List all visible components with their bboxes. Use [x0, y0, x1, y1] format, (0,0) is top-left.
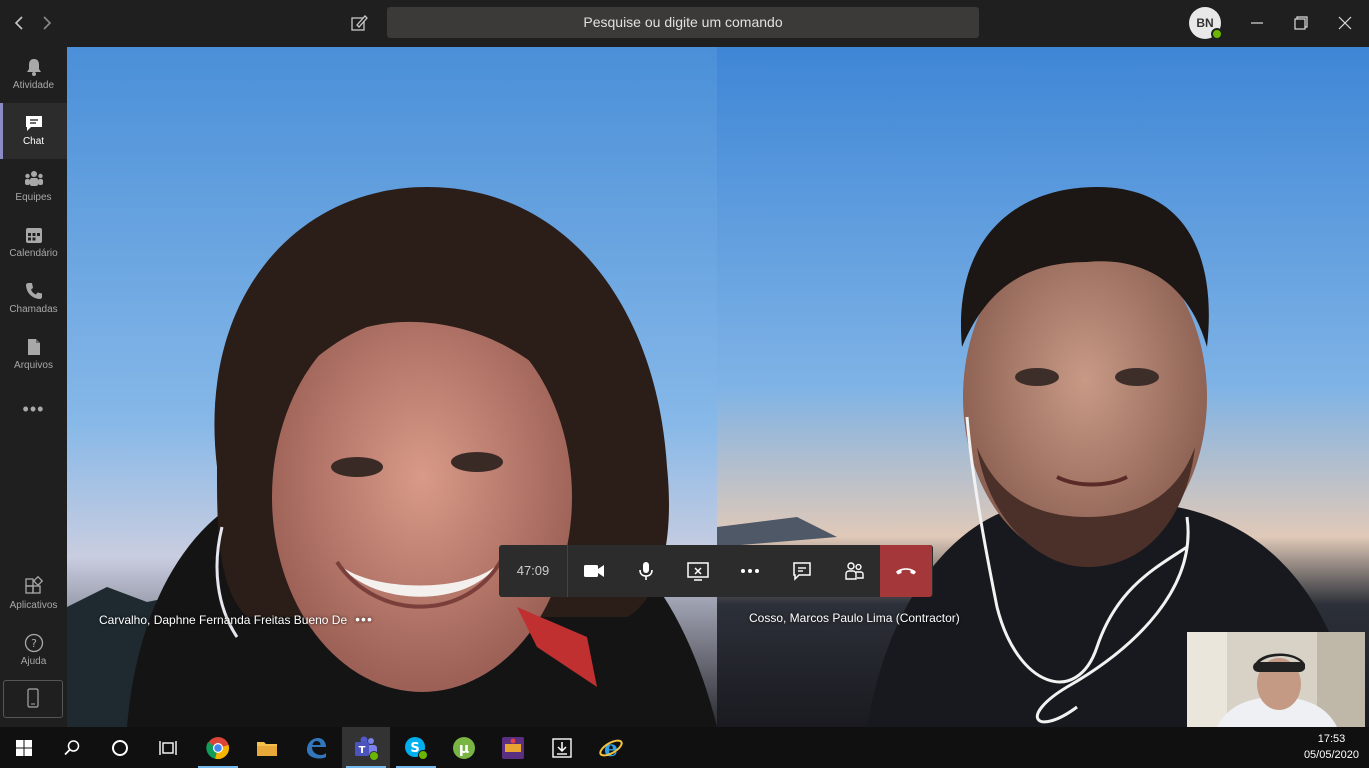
chat-icon — [25, 116, 42, 131]
taskbar-skype[interactable]: S — [392, 727, 440, 768]
minimize-icon[interactable] — [1244, 10, 1270, 36]
taskbar-game[interactable] — [489, 727, 537, 768]
teams-icon — [24, 171, 43, 186]
apps-icon — [24, 576, 43, 594]
rail-item-label: Calendário — [9, 248, 58, 259]
call-timer: 47:09 — [499, 545, 568, 597]
chat-icon — [793, 562, 811, 581]
windows-taskbar: T S µ e 17:53 05/05/2020 — [0, 727, 1369, 768]
camera-icon — [584, 565, 604, 577]
camera-button[interactable] — [568, 545, 620, 597]
skype-icon: S — [405, 736, 428, 760]
self-preview[interactable] — [1187, 632, 1365, 727]
participant-name: Carvalho, Daphne Fernanda Freitas Bueno … — [99, 611, 373, 627]
share-screen-button[interactable] — [672, 545, 724, 597]
participants-icon — [845, 562, 864, 580]
app-rail: Atividade Chat Equipes Calendário Chamad… — [0, 47, 67, 727]
taskbar-file-explorer[interactable] — [243, 727, 291, 768]
more-icon — [741, 569, 759, 573]
taskbar-edge[interactable] — [292, 727, 340, 768]
svg-text:?: ? — [31, 637, 37, 650]
presence-available-icon — [1211, 28, 1223, 40]
search-icon — [64, 739, 80, 755]
mobile-icon — [27, 688, 39, 708]
hang-up-icon — [896, 568, 916, 575]
teams-icon: T — [355, 736, 379, 761]
more-apps-icon[interactable]: ••• — [0, 399, 67, 420]
rail-item-label: Chamadas — [9, 304, 58, 315]
rail-item-files[interactable]: Arquivos — [0, 327, 67, 383]
rail-item-label: Chat — [22, 136, 45, 147]
participant-name-text: Carvalho, Daphne Fernanda Freitas Bueno … — [99, 613, 348, 627]
calendar-icon — [25, 228, 42, 243]
call-controls: 47:09 — [499, 545, 933, 597]
taskbar-internet-explorer[interactable]: e — [587, 727, 635, 768]
rail-item-apps[interactable]: Aplicativos — [0, 567, 67, 623]
game-icon — [502, 736, 524, 759]
restore-icon[interactable] — [1288, 10, 1314, 36]
rail-item-calls[interactable]: Chamadas — [0, 271, 67, 327]
task-view-icon — [159, 740, 177, 755]
rail-item-teams[interactable]: Equipes — [0, 159, 67, 215]
utorrent-icon: µ — [453, 736, 475, 759]
rail-item-activity[interactable]: Atividade — [0, 47, 67, 103]
taskbar-teams[interactable]: T — [342, 727, 390, 768]
hang-up-button[interactable] — [880, 545, 932, 597]
task-view-button[interactable] — [144, 727, 192, 768]
svg-text:e: e — [604, 736, 618, 761]
windows-logo-icon — [16, 739, 32, 756]
edge-icon — [307, 737, 326, 758]
file-icon — [27, 339, 40, 355]
taskbar-search-button[interactable] — [48, 727, 96, 768]
rail-item-label: Ajuda — [20, 656, 47, 667]
download-icon — [552, 737, 572, 758]
internet-explorer-icon: e — [599, 736, 623, 761]
cortana-button[interactable] — [96, 727, 144, 768]
help-icon: ? — [24, 633, 43, 653]
system-clock[interactable]: 17:53 05/05/2020 — [1304, 731, 1359, 763]
rail-item-label: Aplicativos — [9, 600, 58, 611]
back-icon[interactable] — [8, 12, 30, 34]
taskbar-chrome[interactable] — [194, 727, 242, 768]
close-icon[interactable] — [1332, 10, 1358, 36]
cortana-icon — [112, 739, 128, 756]
svg-text:µ: µ — [459, 741, 469, 757]
bell-icon — [26, 59, 41, 76]
device-button[interactable] — [3, 680, 63, 718]
participant-tile: Cosso, Marcos Paulo Lima (Contractor) — [717, 47, 1369, 727]
chrome-icon — [206, 736, 229, 759]
clock-date: 05/05/2020 — [1303, 749, 1359, 761]
show-chat-button[interactable] — [776, 545, 828, 597]
clock-time: 17:53 — [1317, 733, 1346, 745]
title-bar: Pesquise ou digite um comando BN — [0, 0, 1369, 47]
participant-tile: Carvalho, Daphne Fernanda Freitas Bueno … — [67, 47, 717, 727]
microphone-button[interactable] — [620, 545, 672, 597]
rail-item-help[interactable]: ? Ajuda — [0, 623, 67, 679]
taskbar-downloads[interactable] — [538, 727, 586, 768]
svg-text:T: T — [359, 745, 366, 756]
avatar-initials: BN — [1196, 16, 1214, 30]
more-actions-button[interactable] — [724, 545, 776, 597]
taskbar-utorrent[interactable]: µ — [440, 727, 488, 768]
microphone-icon — [639, 562, 653, 580]
search-input[interactable]: Pesquise ou digite um comando — [387, 7, 979, 38]
rail-item-label: Arquivos — [14, 360, 53, 371]
start-button[interactable] — [0, 727, 48, 768]
compose-icon[interactable] — [348, 12, 370, 34]
call-stage: Carvalho, Daphne Fernanda Freitas Bueno … — [67, 47, 1369, 727]
forward-icon[interactable] — [36, 12, 58, 34]
participant-video — [717, 47, 1369, 727]
rail-item-label: Equipes — [15, 192, 52, 203]
self-video — [1187, 632, 1365, 727]
rail-item-chat[interactable]: Chat — [0, 103, 67, 159]
rail-item-label: Atividade — [12, 80, 55, 91]
show-participants-button[interactable] — [828, 545, 880, 597]
rail-item-calendar[interactable]: Calendário — [0, 215, 67, 271]
folder-icon — [257, 741, 277, 756]
stop-sharing-icon — [687, 562, 709, 581]
participant-name: Cosso, Marcos Paulo Lima (Contractor) — [749, 611, 960, 625]
participant-more-icon[interactable]: ••• — [355, 611, 373, 627]
phone-icon — [25, 283, 42, 299]
avatar[interactable]: BN — [1189, 7, 1223, 40]
